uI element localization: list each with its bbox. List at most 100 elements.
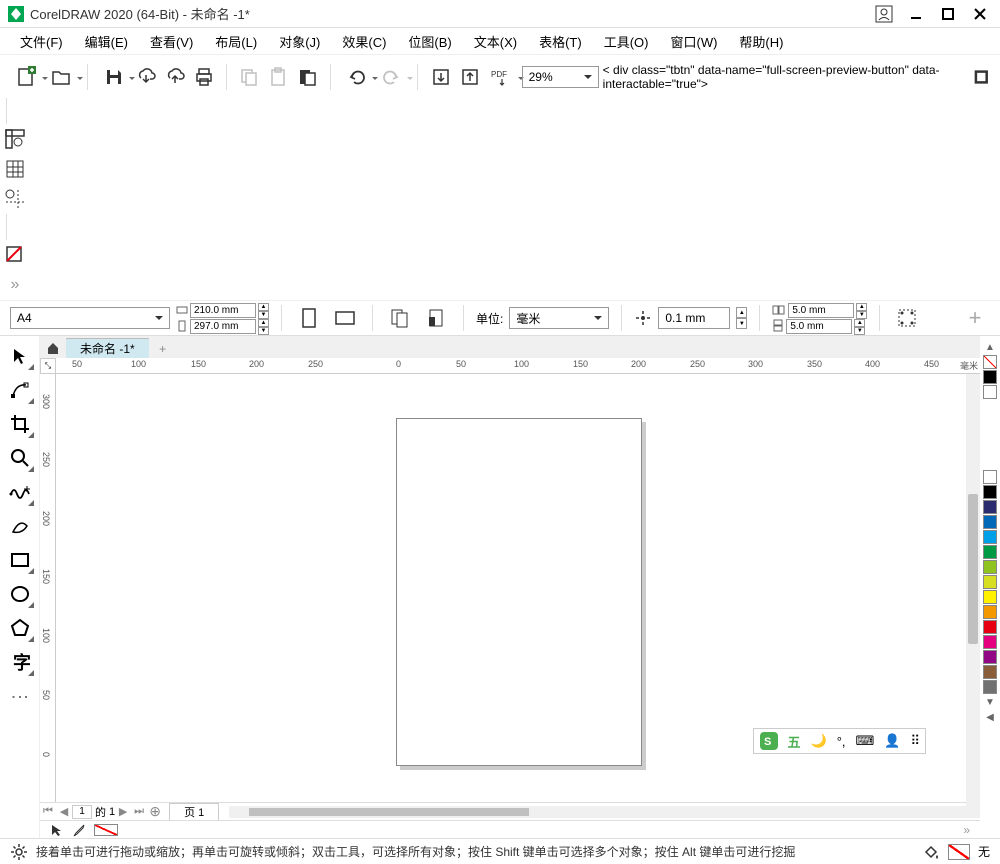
menu-bitmap[interactable]: 位图(B) [398,29,461,54]
toolbar-overflow-button[interactable]: » [0,270,30,300]
fill-bucket-icon[interactable] [922,843,940,861]
menu-edit[interactable]: 编辑(E) [75,29,138,54]
palette-color[interactable] [983,575,997,589]
rectangle-tool[interactable] [4,544,36,576]
show-grid-button[interactable] [0,154,30,184]
page-prev[interactable]: ◀ [56,805,72,818]
fill-none-swatch[interactable] [948,844,970,860]
ruler-origin[interactable]: ⤡ [40,358,56,374]
current-page-button[interactable] [421,303,451,333]
cloud-download-button[interactable] [133,62,158,92]
palette-color[interactable] [983,560,997,574]
page-current[interactable]: 1 [72,805,92,819]
cloud-upload-button[interactable] [162,62,187,92]
print-button[interactable] [191,62,216,92]
palette-color[interactable] [983,605,997,619]
page-next[interactable]: ▶ [115,805,131,818]
menu-view[interactable]: 查看(V) [140,29,203,54]
palette-color[interactable] [983,530,997,544]
palette-color[interactable] [983,515,997,529]
ime-user-icon[interactable]: 👤 [884,733,900,749]
text-tool[interactable]: 字 [4,646,36,678]
shape-tool[interactable] [4,374,36,406]
dup-x-input[interactable]: 5.0 mm [788,303,854,318]
palette-no-color[interactable] [983,355,997,369]
zoom-select[interactable]: 29% [522,66,599,88]
menu-object[interactable]: 对象(J) [269,29,330,54]
zoom-tool[interactable] [4,442,36,474]
paper-size-select[interactable]: A4 [10,307,170,329]
landscape-button[interactable] [330,303,360,333]
palette-color[interactable] [983,545,997,559]
crop-tool[interactable] [4,408,36,440]
nudge-spinner[interactable]: ▲▼ [736,307,747,329]
color-status-more[interactable]: » [963,823,970,837]
units-select[interactable]: 毫米 [509,307,609,329]
horizontal-ruler[interactable]: 50 100 150 200 250 0 50 100 150 200 250 … [56,358,980,374]
ime-punct-icon[interactable]: °, [837,734,846,749]
horizontal-scrollbar[interactable] [229,806,980,818]
palette-color[interactable] [983,385,997,399]
publish-pdf-button[interactable]: PDF [486,62,518,92]
add-preset-button[interactable]: + [960,303,990,333]
dup-y-input[interactable]: 5.0 mm [786,319,852,334]
undo-button[interactable] [340,62,372,92]
nudge-input[interactable]: 0.1 mm [658,307,730,329]
add-document-tab[interactable]: + [153,340,173,358]
palette-color[interactable] [983,470,997,484]
open-button[interactable] [46,62,78,92]
palette-flyout[interactable]: ◀ [986,712,994,723]
document-tab[interactable]: 未命名 -1* [66,338,149,358]
portrait-button[interactable] [294,303,324,333]
clipboard-button[interactable] [295,62,320,92]
ime-mode-label[interactable]: 五 [788,732,801,751]
cloud-user-icon[interactable] [872,4,896,24]
close-button[interactable] [968,4,992,24]
page-height-input[interactable]: 297.0 mm [190,319,256,334]
palette-color[interactable] [983,665,997,679]
show-guidelines-button[interactable] [0,184,30,214]
ime-keyboard-icon[interactable]: ⌨ [856,733,875,749]
maximize-button[interactable] [936,4,960,24]
menu-file[interactable]: 文件(F) [10,29,73,54]
page-first[interactable]: ⏮ [40,805,56,818]
pick-tool[interactable] [4,340,36,372]
page-add[interactable]: ⊕ [147,803,163,820]
menu-help[interactable]: 帮助(H) [729,29,793,54]
palette-color[interactable] [983,680,997,694]
all-pages-button[interactable] [385,303,415,333]
show-rulers-button[interactable] [0,124,30,154]
ime-toolbar[interactable]: S 五 🌙 °, ⌨ 👤 ⠿ [753,728,927,754]
snap-off-button[interactable] [0,240,30,270]
minimize-button[interactable] [904,4,928,24]
import-button[interactable] [428,62,453,92]
treat-as-filled-button[interactable] [892,303,922,333]
menu-window[interactable]: 窗口(W) [660,29,727,54]
ime-moon-icon[interactable]: 🌙 [811,733,827,749]
palette-color[interactable] [983,590,997,604]
page-width-input[interactable]: 210.0 mm [190,303,256,318]
palette-color[interactable] [983,485,997,499]
redo-button[interactable] [376,62,408,92]
menu-effects[interactable]: 效果(C) [332,29,396,54]
eyedropper-icon[interactable] [72,823,86,837]
vertical-ruler[interactable]: 300 250 200 150 100 50 0 [40,374,56,802]
width-spinner[interactable]: ▲▼ [258,303,269,318]
copy-button[interactable] [237,62,262,92]
palette-color[interactable] [983,650,997,664]
page-tab[interactable]: 页 1 [169,803,219,820]
page-last[interactable]: ⏭ [131,805,147,818]
palette-color[interactable] [983,635,997,649]
ime-menu-icon[interactable]: ⠿ [910,733,919,749]
artistic-media-tool[interactable] [4,510,36,542]
ellipse-tool[interactable] [4,578,36,610]
fill-swatch[interactable] [94,824,118,836]
freehand-tool[interactable] [4,476,36,508]
gear-icon[interactable] [10,843,28,861]
save-button[interactable] [98,62,130,92]
new-document-button[interactable] [10,62,42,92]
menu-layout[interactable]: 布局(L) [205,29,267,54]
vertical-scrollbar[interactable] [966,374,980,802]
menu-text[interactable]: 文本(X) [464,29,527,54]
paste-button[interactable] [266,62,291,92]
